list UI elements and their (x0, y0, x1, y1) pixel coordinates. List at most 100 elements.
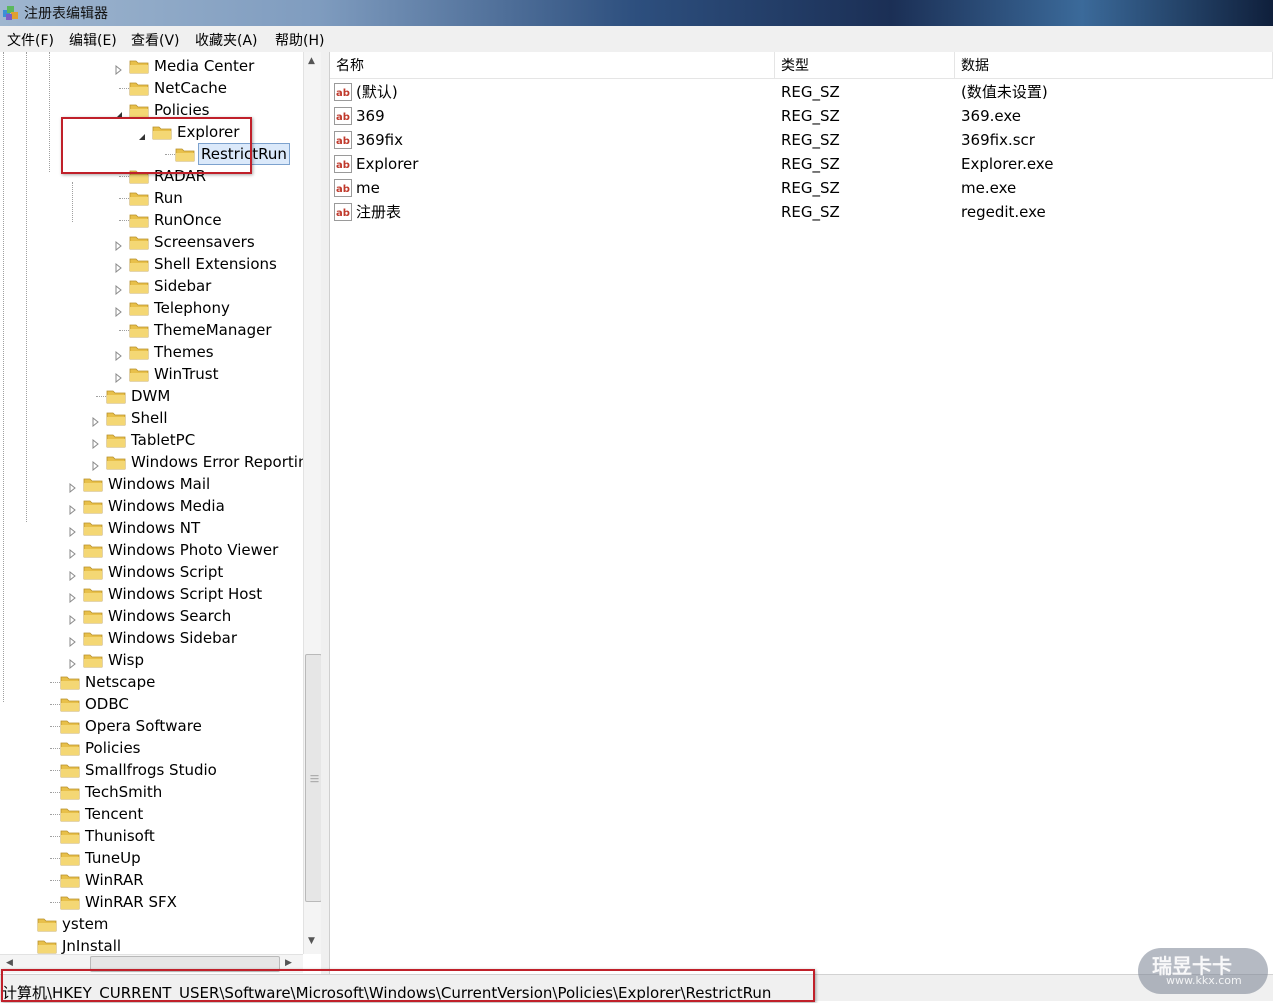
tree-node-windows-script[interactable]: Windows Script (0, 561, 303, 583)
column-name[interactable]: 名称 (330, 52, 775, 78)
tree-node-opera-software[interactable]: Opera Software (0, 715, 303, 737)
collapsed-triangle-icon[interactable] (115, 369, 123, 384)
collapsed-triangle-icon[interactable] (115, 237, 123, 252)
tree-vertical-scrollbar[interactable]: ▲ — — — ▼ (303, 52, 322, 954)
tree-node-shell[interactable]: Shell (0, 407, 303, 429)
collapsed-triangle-icon[interactable] (69, 479, 77, 494)
tree-node-smallfrogs-studio[interactable]: Smallfrogs Studio (0, 759, 303, 781)
tree-node-windows-photo-viewer[interactable]: Windows Photo Viewer (0, 539, 303, 561)
tree-node-odbc[interactable]: ODBC (0, 693, 303, 715)
tree-node-winrar[interactable]: WinRAR (0, 869, 303, 891)
collapsed-triangle-icon[interactable] (69, 523, 77, 538)
tree-connector-line (119, 198, 129, 199)
svg-text:ab: ab (336, 88, 350, 99)
tree-node-policies[interactable]: Policies (0, 99, 303, 121)
value-row[interactable]: ab 369 REG_SZ 369.exe (330, 104, 1273, 128)
folder-icon (83, 608, 103, 624)
value-row[interactable]: ab (默认) REG_SZ (数值未设置) (330, 80, 1273, 104)
collapsed-triangle-icon[interactable] (69, 655, 77, 670)
value-row[interactable]: ab 369fix REG_SZ 369fix.scr (330, 128, 1273, 152)
expanded-triangle-icon[interactable] (138, 127, 146, 140)
tree-node-run[interactable]: Run (0, 187, 303, 209)
collapsed-triangle-icon[interactable] (69, 611, 77, 626)
tree-node-windows-mail[interactable]: Windows Mail (0, 473, 303, 495)
collapsed-triangle-icon[interactable] (69, 567, 77, 582)
tree-node-label: DWM (131, 387, 171, 405)
scroll-down-icon[interactable]: ▼ (308, 936, 315, 946)
folder-icon (129, 58, 149, 74)
tree-node-ystem[interactable]: ystem (0, 913, 303, 935)
collapsed-triangle-icon[interactable] (69, 633, 77, 648)
tree-node-telephony[interactable]: Telephony (0, 297, 303, 319)
tree-node-tabletpc[interactable]: TabletPC (0, 429, 303, 451)
tree-hscroll-thumb[interactable] (90, 956, 280, 972)
tree-node-sidebar[interactable]: Sidebar (0, 275, 303, 297)
tree-node-techsmith[interactable]: TechSmith (0, 781, 303, 803)
tree-node-label: TuneUp (85, 849, 141, 867)
tree-node-policies[interactable]: Policies (0, 737, 303, 759)
tree-node-thunisoft[interactable]: Thunisoft (0, 825, 303, 847)
tree-node-runonce[interactable]: RunOnce (0, 209, 303, 231)
tree-node-netcache[interactable]: NetCache (0, 77, 303, 99)
tree-node-tuneup[interactable]: TuneUp (0, 847, 303, 869)
collapsed-triangle-icon[interactable] (115, 303, 123, 318)
tree-node-tencent[interactable]: Tencent (0, 803, 303, 825)
svg-text:ab: ab (336, 160, 350, 171)
collapsed-triangle-icon[interactable] (92, 457, 100, 472)
tree-node-explorer[interactable]: Explorer (0, 121, 303, 143)
tree-horizontal-scrollbar[interactable]: ◀ ▶ (0, 954, 303, 973)
tree-node-shell-extensions[interactable]: Shell Extensions (0, 253, 303, 275)
collapsed-triangle-icon[interactable] (115, 61, 123, 76)
tree-node-windows-error-reporting[interactable]: Windows Error Reporting (0, 451, 303, 473)
collapsed-triangle-icon[interactable] (92, 435, 100, 450)
collapsed-triangle-icon[interactable] (92, 413, 100, 428)
folder-icon (129, 80, 149, 96)
collapsed-triangle-icon[interactable] (115, 347, 123, 362)
tree-node-windows-nt[interactable]: Windows NT (0, 517, 303, 539)
tree-node-windows-media[interactable]: Windows Media (0, 495, 303, 517)
scroll-left-icon[interactable]: ◀ (6, 958, 13, 968)
column-data[interactable]: 数据 (955, 52, 1273, 78)
tree-vscroll-thumb[interactable]: — — — (305, 654, 322, 902)
collapsed-triangle-icon[interactable] (69, 501, 77, 516)
folder-icon (106, 410, 126, 426)
value-row[interactable]: ab 注册表 REG_SZ regedit.exe (330, 200, 1273, 224)
tree-node-wintrust[interactable]: WinTrust (0, 363, 303, 385)
tree-connector-line (119, 88, 129, 89)
tree-node-screensavers[interactable]: Screensavers (0, 231, 303, 253)
collapsed-triangle-icon[interactable] (115, 259, 123, 274)
menu-favorites[interactable]: 收藏夹(A) (195, 30, 258, 50)
tree-node-windows-search[interactable]: Windows Search (0, 605, 303, 627)
collapsed-triangle-icon[interactable] (115, 281, 123, 296)
tree-node-themes[interactable]: Themes (0, 341, 303, 363)
scroll-up-icon[interactable]: ▲ (308, 56, 315, 66)
tree-node-media-center[interactable]: Media Center (0, 55, 303, 77)
tree-node-winrar-sfx[interactable]: WinRAR SFX (0, 891, 303, 913)
tree-node-dwm[interactable]: DWM (0, 385, 303, 407)
string-value-icon: ab (334, 107, 352, 125)
tree-node-label: RestrictRun (198, 143, 290, 165)
menu-file[interactable]: 文件(F) (7, 30, 54, 50)
tree-node-jninstall[interactable]: JnInstall (0, 935, 303, 954)
folder-icon (60, 740, 80, 756)
string-value-icon: ab (334, 203, 352, 221)
pane-splitter[interactable] (321, 52, 330, 974)
tree-node-thememanager[interactable]: ThemeManager (0, 319, 303, 341)
column-type[interactable]: 类型 (775, 52, 955, 78)
scroll-right-icon[interactable]: ▶ (285, 958, 292, 968)
value-row[interactable]: ab me REG_SZ me.exe (330, 176, 1273, 200)
collapsed-triangle-icon[interactable] (69, 589, 77, 604)
value-row[interactable]: ab Explorer REG_SZ Explorer.exe (330, 152, 1273, 176)
tree-node-radar[interactable]: RADAR (0, 165, 303, 187)
expanded-triangle-icon[interactable] (115, 105, 123, 118)
menu-edit[interactable]: 编辑(E) (69, 30, 117, 50)
tree-node-restrictrun[interactable]: RestrictRun (0, 143, 303, 165)
tree-node-netscape[interactable]: Netscape (0, 671, 303, 693)
tree-node-windows-sidebar[interactable]: Windows Sidebar (0, 627, 303, 649)
folder-icon (106, 454, 126, 470)
tree-node-wisp[interactable]: Wisp (0, 649, 303, 671)
tree-node-windows-script-host[interactable]: Windows Script Host (0, 583, 303, 605)
menu-view[interactable]: 查看(V) (131, 30, 180, 50)
menu-help[interactable]: 帮助(H) (275, 30, 324, 50)
collapsed-triangle-icon[interactable] (69, 545, 77, 560)
